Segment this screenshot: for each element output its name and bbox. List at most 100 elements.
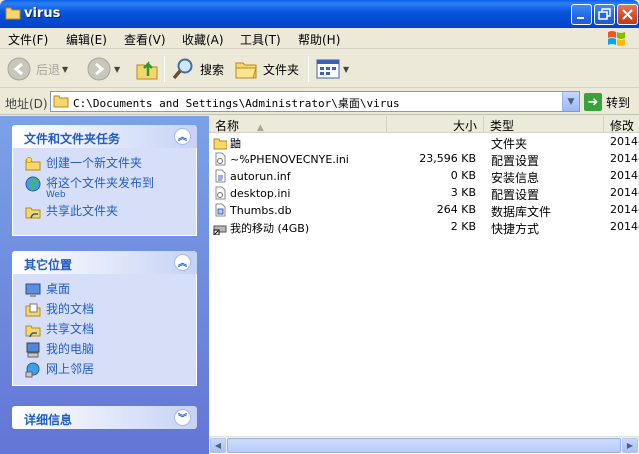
folders-button[interactable]: 文件夹 xyxy=(233,54,299,84)
views-icon xyxy=(316,59,340,79)
file-name: Thumbs.db xyxy=(230,203,292,217)
place-my-computer[interactable]: 我的电脑 xyxy=(13,340,196,360)
file-size: 3 KB xyxy=(450,186,476,199)
new-folder-icon xyxy=(25,157,41,171)
place-my-documents[interactable]: 我的文档 xyxy=(13,300,196,320)
go-button[interactable]: ➜ 转到 xyxy=(584,93,630,111)
folder-icon xyxy=(213,138,227,150)
file-name-cell: autorun.inf xyxy=(213,169,397,183)
menu-file[interactable]: 文件(F) xyxy=(8,31,48,48)
folders-icon xyxy=(235,62,257,79)
file-row[interactable]: autorun.inf 0 KB 安装信息 2014- xyxy=(209,168,639,185)
file-type: 配置设置 xyxy=(491,188,540,202)
task-publish-sub: Web xyxy=(46,190,66,200)
menu-favorites[interactable]: 收藏(A) xyxy=(182,31,224,48)
minimize-button[interactable] xyxy=(571,4,592,25)
shortcut-drive-icon xyxy=(213,225,227,235)
back-arrow-icon xyxy=(7,57,31,81)
network-icon xyxy=(25,362,40,378)
task-publish-web[interactable]: 将这个文件夹发布到 Web xyxy=(13,174,196,202)
menu-view[interactable]: 查看(V) xyxy=(124,31,166,48)
title-bar[interactable]: virus xyxy=(0,0,639,28)
task-pane: 文件和文件夹任务 ︽ 创建一个新文件夹 将这个文件夹发布到 Web 共享此文件夹 xyxy=(0,116,209,454)
close-button[interactable] xyxy=(617,4,638,25)
task-new-folder[interactable]: 创建一个新文件夹 xyxy=(13,154,196,174)
place-desktop[interactable]: 桌面 xyxy=(13,280,196,300)
my-documents-icon xyxy=(25,303,41,317)
file-row[interactable]: 我的移动 (4GB) 2 KB 快捷方式 2014- xyxy=(209,219,639,236)
close-icon xyxy=(622,9,633,20)
folder-icon xyxy=(53,95,69,108)
file-size: 23,596 KB xyxy=(419,152,476,165)
ini-file-icon xyxy=(215,152,226,166)
task-share-folder[interactable]: 共享此文件夹 xyxy=(13,202,196,222)
collapse-chevron-icon[interactable]: ︽ xyxy=(174,128,191,145)
task-publish-label: 将这个文件夹发布到 xyxy=(46,176,155,190)
menu-tools[interactable]: 工具(T) xyxy=(240,31,281,48)
column-header-size[interactable]: 大小 xyxy=(387,116,484,133)
scroll-left-button[interactable]: ◀ xyxy=(210,438,226,453)
file-row[interactable]: Thumbs.db 264 KB 数据库文件 2014- xyxy=(209,202,639,219)
panel-header[interactable]: 文件和文件夹任务 ︽ xyxy=(12,125,197,148)
file-row[interactable]: ~%PHENOVECNYE.ini 23,596 KB 配置设置 2014- xyxy=(209,151,639,168)
ini-file-icon xyxy=(215,186,226,200)
go-arrow-icon: ➜ xyxy=(584,93,602,111)
place-network[interactable]: 网上邻居 xyxy=(13,360,196,380)
file-date: 2014- xyxy=(610,152,639,165)
sort-ascending-icon: ▲ xyxy=(256,123,264,133)
file-name: desktop.ini xyxy=(230,186,291,200)
panel-header[interactable]: 其它位置 ︽ xyxy=(12,251,197,274)
expand-chevron-icon[interactable]: ︾ xyxy=(174,409,191,426)
file-name: autorun.inf xyxy=(230,169,291,183)
menu-edit[interactable]: 编辑(E) xyxy=(66,31,107,48)
address-input[interactable]: C:\Documents and Settings\Administrator\… xyxy=(50,91,580,112)
collapse-chevron-icon[interactable]: ︽ xyxy=(174,254,191,271)
address-path: C:\Documents and Settings\Administrator\… xyxy=(73,97,400,110)
file-name-cell: desktop.ini xyxy=(213,186,397,200)
up-folder-button[interactable] xyxy=(134,54,160,84)
shared-documents-icon xyxy=(25,325,41,338)
menu-bar: 文件(F) 编辑(E) 查看(V) 收藏(A) 工具(T) 帮助(H) xyxy=(0,28,639,49)
column-header-date[interactable]: 修改 xyxy=(604,116,639,133)
minimize-icon xyxy=(577,17,584,19)
file-date: 2014- xyxy=(610,135,639,148)
file-row[interactable]: 鼬 文件夹 2014- xyxy=(209,134,639,151)
folder-icon xyxy=(5,7,21,20)
file-name-cell: ~%PHENOVECNYE.ini xyxy=(213,152,397,166)
back-dropdown-icon[interactable]: ▼ xyxy=(62,65,68,74)
search-icon xyxy=(172,58,193,80)
other-places-panel: 其它位置 ︽ 桌面 我的文档 共享文档 我的电脑 网上邻居 xyxy=(12,251,197,386)
column-header-type[interactable]: 类型 xyxy=(484,116,604,133)
search-button[interactable]: 搜索 xyxy=(170,54,224,84)
place-shared-documents[interactable]: 共享文档 xyxy=(13,320,196,340)
scroll-thumb[interactable] xyxy=(227,438,621,453)
menu-help[interactable]: 帮助(H) xyxy=(298,31,340,48)
search-label: 搜索 xyxy=(200,62,225,77)
maximize-button[interactable] xyxy=(594,4,615,25)
window-title: virus xyxy=(24,6,61,21)
file-type: 配置设置 xyxy=(491,154,540,168)
horizontal-scrollbar[interactable]: ◀ ▶ xyxy=(209,436,639,453)
forward-button[interactable]: ▼ xyxy=(86,54,120,84)
back-button[interactable]: 后退 ▼ xyxy=(6,54,68,84)
address-label: 地址(D) xyxy=(5,97,48,111)
globe-icon xyxy=(25,176,41,192)
address-dropdown-button[interactable]: ▼ xyxy=(562,92,579,111)
column-header-name[interactable]: 名称 ▲ xyxy=(209,116,387,133)
file-row[interactable]: desktop.ini 3 KB 配置设置 2014- xyxy=(209,185,639,202)
file-type: 快捷方式 xyxy=(491,222,540,236)
panel-header[interactable]: 详细信息 ︾ xyxy=(12,406,197,429)
folders-label: 文件夹 xyxy=(263,62,300,77)
restore-icon xyxy=(598,8,611,20)
file-list[interactable]: 名称 ▲ 大小 类型 修改 鼬文件夹 2014- ~%PHENOVECNYE.ini… xyxy=(209,116,639,454)
views-dropdown-icon[interactable]: ▼ xyxy=(343,65,349,74)
back-label: 后退 xyxy=(36,62,61,77)
windows-logo-icon xyxy=(608,31,625,46)
chevron-right-icon: ▶ xyxy=(626,441,634,450)
panel-title: 详细信息 xyxy=(24,413,73,427)
scroll-right-button[interactable]: ▶ xyxy=(622,438,638,453)
toolbar-separator xyxy=(308,56,309,82)
forward-dropdown-icon[interactable]: ▼ xyxy=(114,65,120,74)
file-size: 0 KB xyxy=(450,169,476,182)
views-button[interactable]: ▼ xyxy=(315,54,349,84)
